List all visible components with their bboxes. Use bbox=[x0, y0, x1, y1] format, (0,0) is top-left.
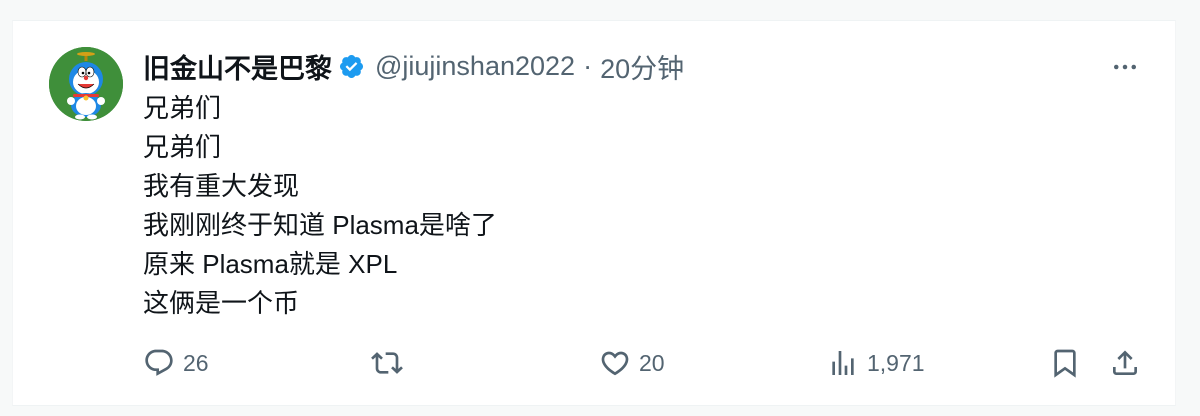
tweet-line: 兄弟们 bbox=[143, 132, 222, 162]
retweet-icon bbox=[371, 352, 403, 374]
heart-icon bbox=[601, 351, 629, 376]
tweet-line: 原来 Plasma就是 XPL bbox=[143, 249, 398, 279]
reply-count: 26 bbox=[183, 349, 209, 376]
bookmark-button[interactable] bbox=[1049, 343, 1081, 383]
reply-icon bbox=[145, 349, 173, 376]
handle[interactable]: @jiujinshan2022 bbox=[375, 51, 575, 82]
views-icon bbox=[832, 351, 854, 375]
tweet-header: 旧金山不是巴黎 @jiujinshan2022 · 20分钟 bbox=[143, 48, 684, 84]
more-dots-icon bbox=[1114, 64, 1136, 70]
separator-dot: · bbox=[583, 50, 593, 81]
retweet-button[interactable] bbox=[371, 343, 411, 383]
verified-badge-icon bbox=[339, 54, 364, 78]
views-count: 1,971 bbox=[867, 349, 925, 376]
share-button[interactable] bbox=[1109, 343, 1141, 383]
avatar[interactable] bbox=[49, 47, 123, 121]
bookmark-icon bbox=[1054, 349, 1076, 378]
share-icon bbox=[1113, 350, 1137, 375]
doraemon-avatar-icon bbox=[49, 47, 123, 121]
tweet-line: 我刚刚终于知道 Plasma是啥了 bbox=[143, 210, 497, 240]
views-button[interactable]: 1,971 bbox=[827, 343, 925, 383]
like-count: 20 bbox=[639, 349, 665, 376]
like-button[interactable]: 20 bbox=[599, 343, 665, 383]
reply-button[interactable]: 26 bbox=[143, 343, 209, 383]
display-name[interactable]: 旧金山不是巴黎 bbox=[143, 47, 332, 86]
more-options-button[interactable] bbox=[1109, 51, 1141, 83]
tweet-line: 我有重大发现 bbox=[143, 171, 300, 201]
tweet-text: 兄弟们 兄弟们 我有重大发现 我刚刚终于知道 Plasma是啥了 原来 Plas… bbox=[143, 89, 1103, 323]
tweet-actions: 26 20 1,971 bbox=[143, 343, 1143, 383]
tweet-line: 这俩是一个币 bbox=[143, 288, 300, 318]
tweet-card[interactable]: 旧金山不是巴黎 @jiujinshan2022 · 20分钟 兄弟们 兄弟们 我… bbox=[12, 20, 1176, 406]
timestamp[interactable]: 20分钟 bbox=[600, 47, 684, 86]
tweet-line: 兄弟们 bbox=[143, 93, 222, 123]
